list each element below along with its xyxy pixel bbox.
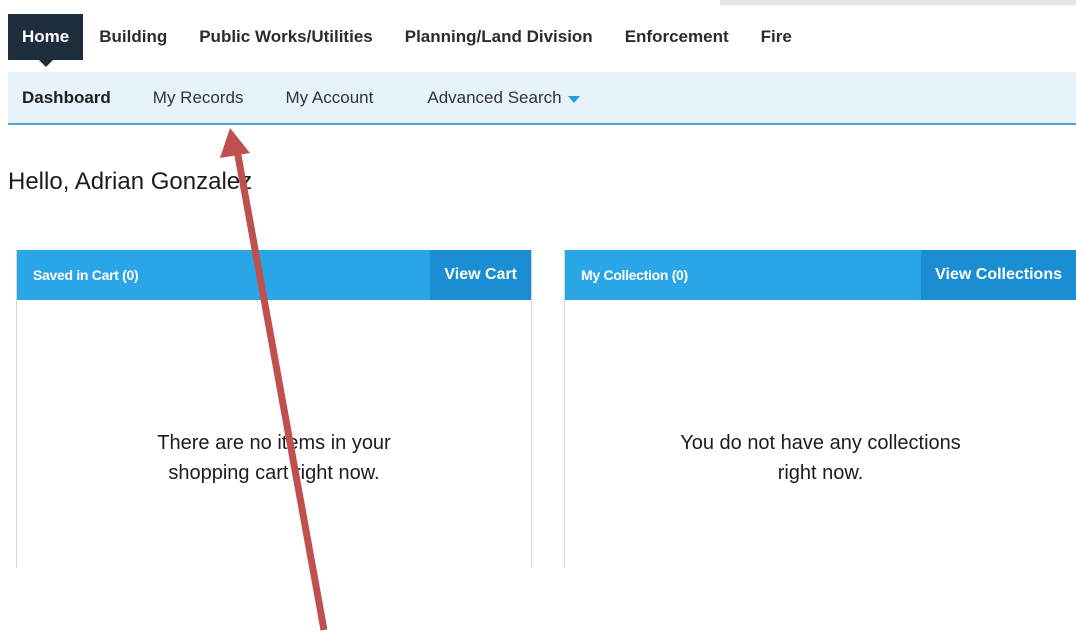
collection-panel-title: My Collection (0) — [581, 267, 688, 283]
cart-panel-title: Saved in Cart (0) — [33, 267, 139, 283]
greeting-heading: Hello, Adrian Gonzalez — [8, 168, 253, 195]
sub-nav: Dashboard My Records My Account Advanced… — [8, 72, 1076, 125]
tab-planning-land-division[interactable]: Planning/Land Division — [389, 14, 609, 60]
tab-enforcement[interactable]: Enforcement — [609, 14, 745, 60]
view-collections-button[interactable]: View Collections — [921, 250, 1076, 300]
subtab-my-records[interactable]: My Records — [132, 88, 265, 108]
subtab-dashboard[interactable]: Dashboard — [8, 88, 132, 108]
tab-building[interactable]: Building — [83, 14, 183, 60]
cart-panel-body: There are no items in your shopping cart… — [17, 300, 531, 568]
main-nav: Home Building Public Works/Utilities Pla… — [8, 14, 808, 67]
tab-fire[interactable]: Fire — [745, 14, 808, 60]
collection-panel-header: My Collection (0) View Collections — [565, 250, 1076, 300]
cart-panel: Saved in Cart (0) View Cart There are no… — [16, 250, 532, 568]
view-cart-button[interactable]: View Cart — [430, 250, 531, 300]
cart-panel-header: Saved in Cart (0) View Cart — [17, 250, 531, 300]
advanced-search-label: Advanced Search — [427, 87, 562, 107]
subtab-advanced-search[interactable]: Advanced Search — [406, 88, 600, 108]
collection-panel: My Collection (0) View Collections You d… — [564, 250, 1076, 568]
caret-down-icon — [567, 95, 580, 103]
subtab-my-account[interactable]: My Account — [264, 88, 394, 108]
tab-public-works-utilities[interactable]: Public Works/Utilities — [183, 14, 389, 60]
tab-home[interactable]: Home — [8, 14, 84, 67]
cart-empty-message: There are no items in your shopping cart… — [157, 432, 391, 484]
collection-panel-body: You do not have any collections right no… — [565, 300, 1076, 568]
top-divider — [720, 0, 1076, 5]
collection-empty-message: You do not have any collections right no… — [680, 432, 961, 484]
